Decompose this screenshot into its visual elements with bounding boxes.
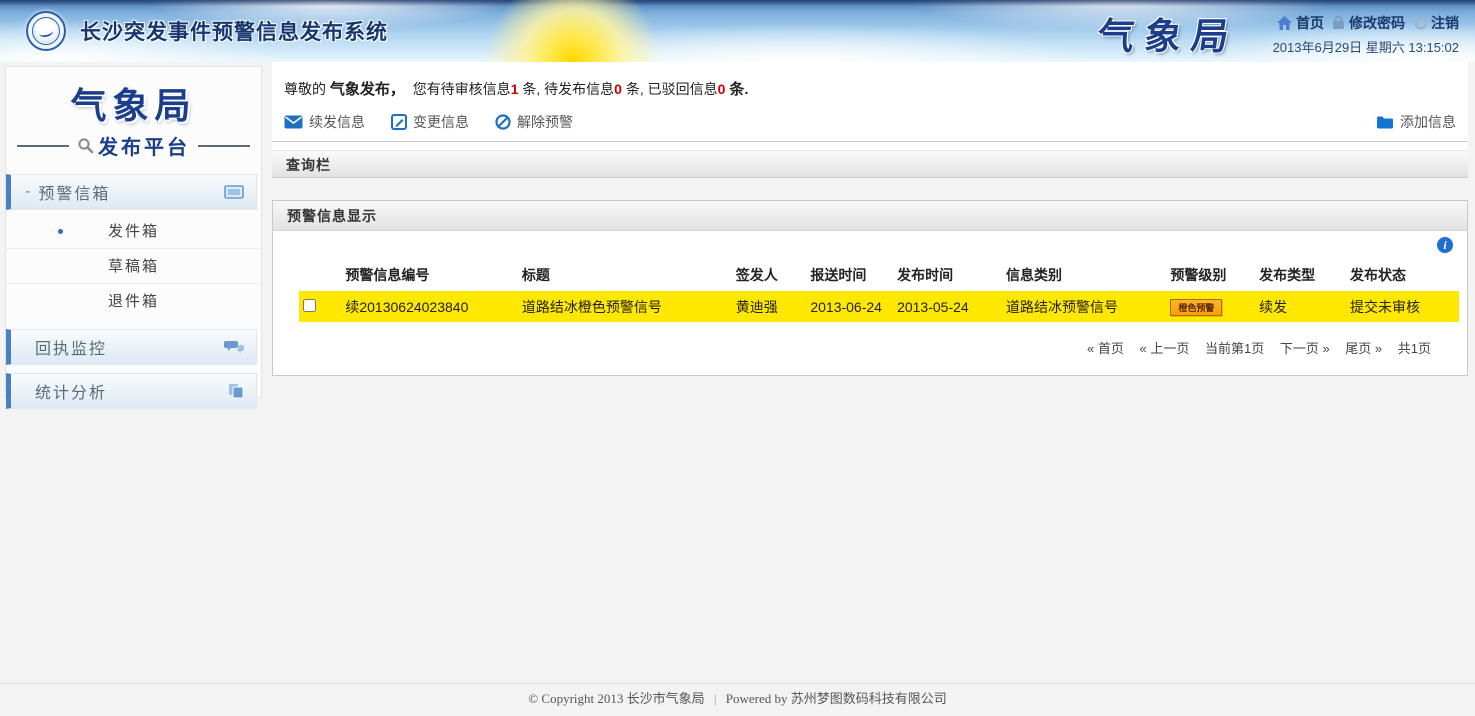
panel-title: 预警信息显示 <box>273 201 1467 231</box>
powered-by-text: Powered by 苏州梦图数码科技有限公司 <box>726 691 947 706</box>
main-top: 尊敬的 气象发布， 您有待审核信息1 条, 待发布信息0 条, 已驳回信息0 条… <box>272 62 1468 178</box>
col-publish-time: 发布时间 <box>893 259 1002 291</box>
sidebar-item-outbox[interactable]: 发件箱 <box>6 214 261 249</box>
col-title: 标题 <box>518 259 732 291</box>
col-status: 发布状态 <box>1346 259 1459 291</box>
home-icon <box>1277 16 1292 30</box>
toolbar: 续发信息 变更信息 解除预警 添加信息 <box>272 105 1468 142</box>
col-report-time: 报送时间 <box>806 259 893 291</box>
pagination: « 首页 « 上一页 当前第1页 下一页 » 尾页 » 共1页 <box>299 322 1461 359</box>
col-level: 预警级别 <box>1166 259 1255 291</box>
folder-icon <box>1376 115 1394 129</box>
warning-table: 预警信息编号 标题 签发人 报送时间 发布时间 信息类别 预警级别 发布类型 发… <box>299 259 1459 322</box>
edit-icon <box>391 114 407 130</box>
sidebar-item-returned[interactable]: 退件箱 <box>6 284 261 319</box>
col-publish-type: 发布类型 <box>1255 259 1346 291</box>
cell-signer: 黄迪强 <box>732 291 807 322</box>
table-header-row: 预警信息编号 标题 签发人 报送时间 发布时间 信息类别 预警级别 发布类型 发… <box>299 259 1459 291</box>
footer-divider: | <box>714 691 717 706</box>
banner-left: 长沙突发事件预警信息发布系统 <box>26 11 388 51</box>
active-bullet-icon <box>58 229 63 234</box>
pending-publish-count: 0 <box>614 81 622 97</box>
page-current-label: 当前第1页 <box>1205 341 1264 356</box>
cell-publish-type: 续发 <box>1255 291 1346 322</box>
logout-refresh-icon <box>1413 16 1427 30</box>
nav-change-password-link[interactable]: 修改密码 <box>1332 13 1405 33</box>
query-bar-header[interactable]: 查询栏 <box>272 150 1468 178</box>
org-title: 气象局 <box>1094 6 1243 60</box>
sun-graphic <box>468 0 678 62</box>
cell-title: 道路结冰橙色预警信号 <box>518 291 732 322</box>
nav-home-link[interactable]: 首页 <box>1277 13 1324 33</box>
page-prev-link[interactable]: « 上一页 <box>1140 341 1190 356</box>
col-warning-id: 预警信息编号 <box>341 259 518 291</box>
sidebar: 气象局 发布平台 - 预警信箱 发件箱 草稿箱 <box>5 66 262 398</box>
cell-publish-time: 2013-05-24 <box>893 291 1002 322</box>
pending-review-count: 1 <box>511 81 519 97</box>
greeting-message: 尊敬的 气象发布， 您有待审核信息1 条, 待发布信息0 条, 已驳回信息0 条… <box>272 62 1468 105</box>
agency-logo-icon <box>26 11 66 51</box>
resend-info-button[interactable]: 续发信息 <box>284 112 365 132</box>
add-info-button[interactable]: 添加信息 <box>1376 112 1456 132</box>
page: 长沙突发事件预警信息发布系统 气象局 首页 修改密码 注销 <box>0 0 1475 716</box>
sidebar-item-warning-inbox[interactable]: - 预警信箱 <box>6 174 257 210</box>
sidebar-logo: 气象局 发布平台 <box>6 67 261 166</box>
header-checkbox-col <box>299 259 341 291</box>
warning-inbox-submenu: 发件箱 草稿箱 退件箱 <box>6 210 261 321</box>
top-nav: 首页 修改密码 注销 2013年6月29日 星期六 13:15:02 <box>1273 11 1459 56</box>
warning-level-badge: 橙色预警 <box>1170 299 1222 316</box>
change-info-button[interactable]: 变更信息 <box>391 112 469 132</box>
sidebar-item-receipt-monitor[interactable]: 回执监控 <box>6 329 257 365</box>
cancel-warning-button[interactable]: 解除预警 <box>495 112 573 132</box>
info-icon[interactable] <box>1437 237 1453 253</box>
banner-right: 气象局 首页 修改密码 注销 2013年6月29日 <box>1098 6 1459 60</box>
page-next-link[interactable]: 下一页 » <box>1280 341 1330 356</box>
panel-body: 预警信息编号 标题 签发人 报送时间 发布时间 信息类别 预警级别 发布类型 发… <box>273 231 1467 375</box>
row-checkbox[interactable] <box>303 299 316 312</box>
table-row[interactable]: 续20130624023840 道路结冰橙色预警信号 黄迪强 2013-06-2… <box>299 291 1459 322</box>
chat-bubbles-icon <box>224 340 244 355</box>
prohibit-icon <box>495 114 511 130</box>
page-total-label: 共1页 <box>1398 341 1431 356</box>
sidebar-item-statistics[interactable]: 统计分析 <box>6 373 257 409</box>
mailbox-icon <box>224 185 244 199</box>
copy-pages-icon <box>228 383 244 399</box>
page-first-link[interactable]: « 首页 <box>1087 341 1124 356</box>
datetime: 2013年6月29日 星期六 13:15:02 <box>1273 37 1459 56</box>
sidebar-item-drafts[interactable]: 草稿箱 <box>6 249 261 284</box>
top-banner: 长沙突发事件预警信息发布系统 气象局 首页 修改密码 注销 <box>0 0 1475 62</box>
collapse-indicator: - <box>25 183 30 201</box>
sidebar-logo-subtitle: 发布平台 <box>98 131 190 160</box>
magnifier-icon <box>77 137 94 154</box>
system-title: 长沙突发事件预警信息发布系统 <box>80 16 388 46</box>
cell-status: 提交未审核 <box>1346 291 1459 322</box>
cell-report-time: 2013-06-24 <box>806 291 893 322</box>
copyright-text: © Copyright 2013 长沙市气象局 <box>528 691 704 706</box>
rule-left <box>17 145 69 147</box>
col-signer: 签发人 <box>732 259 807 291</box>
sidebar-logo-title: 气象局 <box>6 77 261 129</box>
col-category: 信息类别 <box>1002 259 1166 291</box>
cell-category: 道路结冰预警信号 <box>1002 291 1166 322</box>
page-last-link[interactable]: 尾页 » <box>1345 341 1382 356</box>
rule-right <box>198 145 250 147</box>
cell-warning-id: 续20130624023840 <box>341 291 518 322</box>
nav-logout-link[interactable]: 注销 <box>1413 13 1459 33</box>
main-content: 尊敬的 气象发布， 您有待审核信息1 条, 待发布信息0 条, 已驳回信息0 条… <box>272 62 1468 376</box>
current-user: 气象发布， <box>330 81 405 98</box>
lock-icon <box>1332 15 1345 30</box>
envelope-icon <box>284 115 303 129</box>
footer: © Copyright 2013 长沙市气象局 | Powered by 苏州梦… <box>0 683 1475 716</box>
warning-info-panel: 预警信息显示 预警信息编号 标题 签发人 <box>272 200 1468 376</box>
rejected-count: 0 <box>718 81 726 97</box>
